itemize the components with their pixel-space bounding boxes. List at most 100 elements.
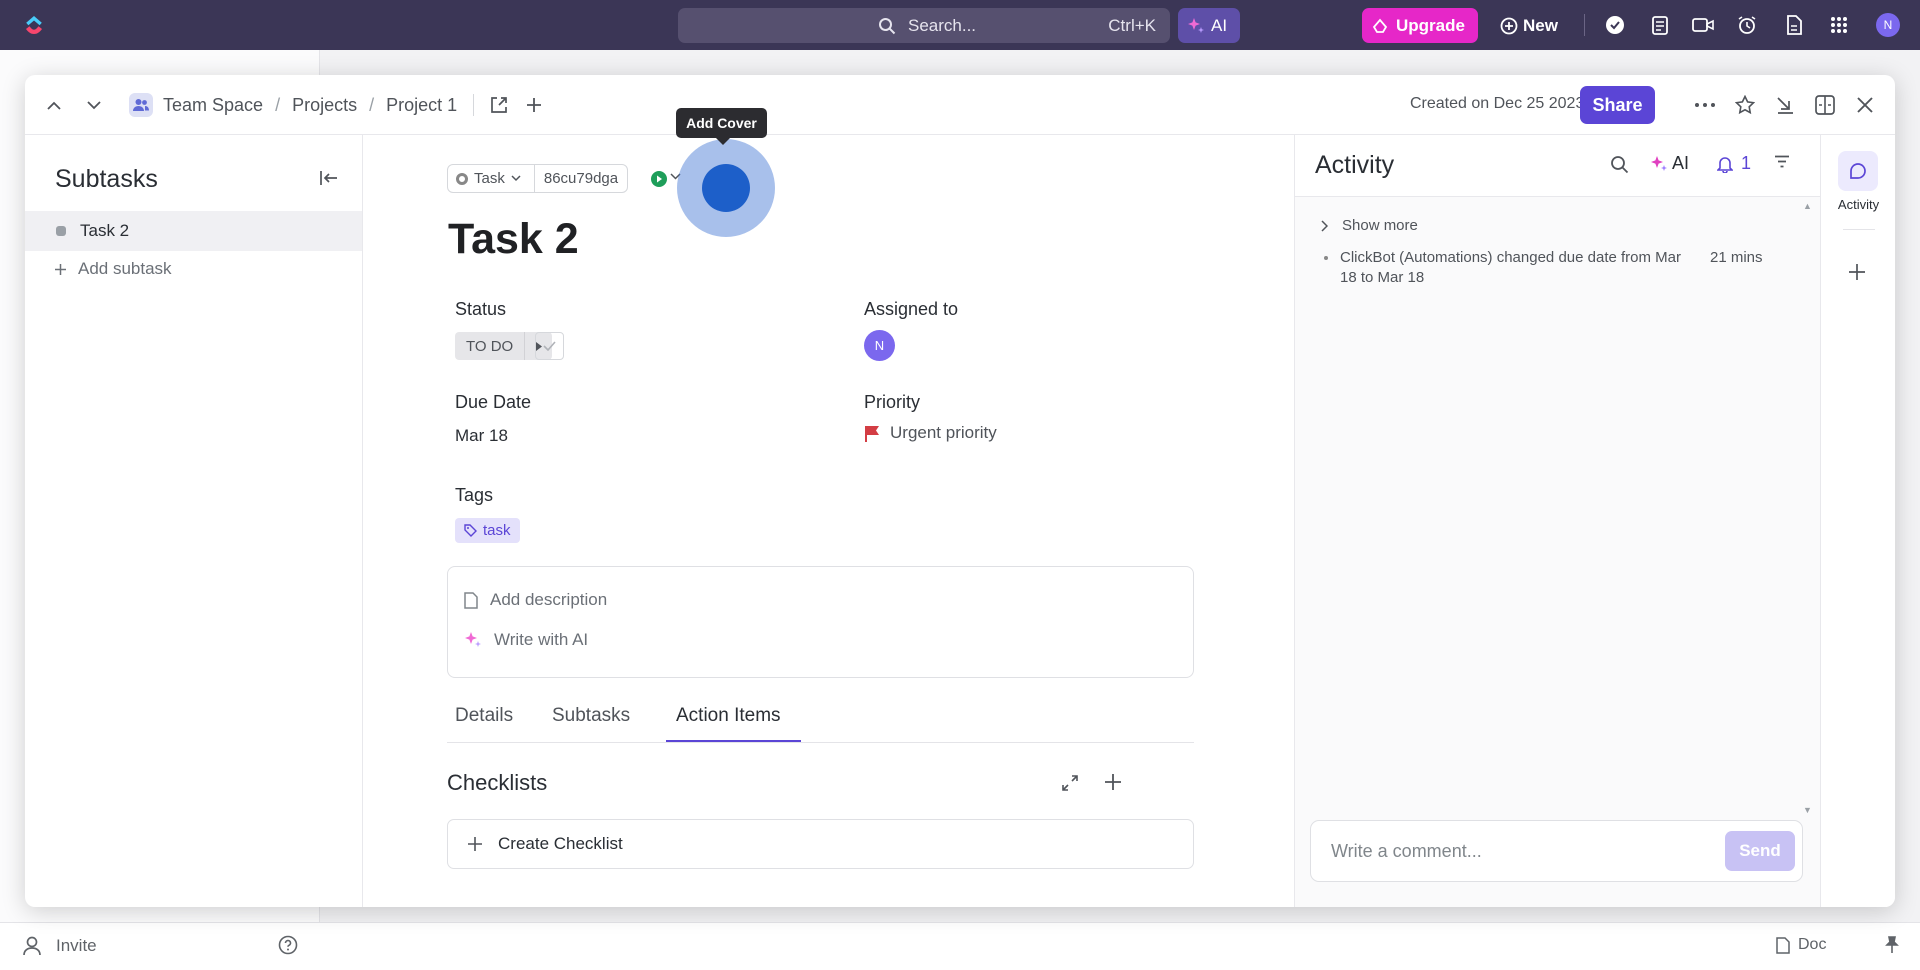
comment-input[interactable]: Write a comment... xyxy=(1331,841,1482,862)
document-icon xyxy=(464,591,478,609)
add-icon[interactable] xyxy=(526,97,542,113)
status-dot-icon xyxy=(56,226,66,236)
new-button[interactable]: New xyxy=(1498,8,1568,43)
plus-icon xyxy=(55,263,66,275)
upgrade-label: Upgrade xyxy=(1396,16,1465,35)
task-modal: Team Space / Projects / Project 1 Create… xyxy=(25,75,1895,907)
bell-icon xyxy=(1717,155,1733,173)
collapse-left-icon[interactable] xyxy=(320,171,338,185)
description-box[interactable]: Add description Write with AI xyxy=(447,566,1194,678)
apps-grid-icon[interactable] xyxy=(1826,12,1852,38)
task-id[interactable]: 86cu79dga xyxy=(534,164,628,193)
global-search[interactable]: Search... Ctrl+K xyxy=(678,8,1170,43)
due-date-label: Due Date xyxy=(455,392,532,412)
upgrade-button[interactable]: Upgrade xyxy=(1362,8,1478,43)
expand-icon[interactable] xyxy=(1062,775,1078,791)
activity-ai-button[interactable]: AI xyxy=(1650,153,1689,174)
tag-label: task xyxy=(483,522,511,539)
upgrade-icon xyxy=(1372,18,1388,34)
document-icon[interactable] xyxy=(1781,12,1807,38)
show-more-button[interactable]: Show more xyxy=(1321,217,1418,234)
chevron-right-icon xyxy=(1321,219,1328,232)
invite-button[interactable]: Invite xyxy=(22,935,97,957)
ai-sparkle-icon xyxy=(464,631,482,649)
mark-complete-button[interactable] xyxy=(535,332,564,360)
add-icon[interactable] xyxy=(1848,263,1866,281)
breadcrumb-team-space[interactable]: Team Space xyxy=(163,95,263,116)
ai-sparkle-icon xyxy=(1187,17,1205,35)
tab-subtasks[interactable]: Subtasks xyxy=(552,705,630,727)
pin-icon[interactable] xyxy=(1884,936,1900,954)
activity-header: Activity AI 1 xyxy=(1295,135,1820,197)
add-description-button[interactable]: Add description xyxy=(464,590,607,610)
activity-time: 21 mins xyxy=(1710,249,1763,266)
check-circle-icon[interactable] xyxy=(1602,12,1628,38)
close-icon[interactable] xyxy=(1852,92,1878,118)
send-button[interactable]: Send xyxy=(1725,831,1795,871)
chevron-down-icon xyxy=(511,175,521,182)
task-title[interactable]: Task 2 xyxy=(448,215,579,264)
comment-box[interactable]: Write a comment... Send xyxy=(1310,820,1803,882)
assigned-label: Assigned to xyxy=(864,299,959,319)
video-icon[interactable] xyxy=(1690,12,1716,38)
tab-details[interactable]: Details xyxy=(455,705,513,727)
move-task-icon[interactable] xyxy=(490,96,508,114)
breadcrumb-projects[interactable]: Projects xyxy=(292,95,357,116)
task-type-icon xyxy=(456,172,468,185)
filter-icon[interactable] xyxy=(1774,155,1790,168)
task-type-selector[interactable]: Task xyxy=(447,164,535,193)
search-placeholder: Search... xyxy=(908,16,977,35)
write-with-ai-button[interactable]: Write with AI xyxy=(464,630,588,650)
tag-chip[interactable]: task xyxy=(455,518,520,543)
ai-label: AI xyxy=(1211,16,1228,35)
add-cover-button[interactable] xyxy=(702,164,750,212)
breadcrumb: Team Space / Projects / Project 1 xyxy=(129,91,542,119)
user-avatar[interactable]: N xyxy=(1876,13,1900,37)
priority-selector[interactable]: Urgent priority xyxy=(865,423,997,443)
subtask-item[interactable]: Task 2 xyxy=(25,211,362,251)
notifications-button[interactable]: 1 xyxy=(1717,153,1751,174)
share-button[interactable]: Share xyxy=(1580,86,1655,124)
activity-text: ClickBot (Automations) changed due date … xyxy=(1340,249,1681,286)
active-tab-indicator xyxy=(666,740,801,742)
breadcrumb-separator: / xyxy=(275,94,281,115)
bullet xyxy=(1324,256,1328,260)
more-options-icon[interactable] xyxy=(1692,92,1718,118)
show-more-label: Show more xyxy=(1342,217,1418,234)
ai-button[interactable]: AI xyxy=(1178,8,1240,43)
alarm-clock-icon[interactable] xyxy=(1734,12,1760,38)
minimize-icon[interactable] xyxy=(1772,92,1798,118)
plus-circle-icon xyxy=(1500,17,1518,35)
notepad-icon[interactable] xyxy=(1647,12,1673,38)
team-space-icon xyxy=(129,93,153,117)
clickup-logo-icon[interactable] xyxy=(22,13,46,37)
collapse-panel-icon[interactable] xyxy=(1812,92,1838,118)
chat-bubble-icon xyxy=(1849,162,1867,180)
add-subtask-button[interactable]: Add subtask xyxy=(55,259,172,279)
created-date: Created on Dec 25 2023 xyxy=(1410,95,1585,112)
star-icon[interactable] xyxy=(1732,92,1758,118)
tags-label: Tags xyxy=(455,485,494,505)
scroll-up-arrow-icon[interactable]: ▲ xyxy=(1803,201,1812,211)
search-shortcut: Ctrl+K xyxy=(1108,16,1156,35)
header-divider xyxy=(473,94,475,116)
search-icon[interactable] xyxy=(1610,155,1629,174)
activity-rail-button[interactable] xyxy=(1838,151,1878,191)
chevron-down-icon[interactable] xyxy=(81,92,107,118)
task-type-label: Task xyxy=(474,170,505,187)
breadcrumb-project-1[interactable]: Project 1 xyxy=(386,95,457,116)
assignee-avatar[interactable]: N xyxy=(864,330,895,361)
right-rail: Activity xyxy=(1820,135,1895,907)
search-icon xyxy=(878,17,896,35)
scroll-down-arrow-icon[interactable]: ▼ xyxy=(1803,805,1812,815)
chevron-up-icon[interactable] xyxy=(41,92,67,118)
tab-action-items[interactable]: Action Items xyxy=(676,705,781,727)
play-icon[interactable] xyxy=(650,170,668,188)
doc-button[interactable]: Doc xyxy=(1776,936,1826,954)
due-date-value[interactable]: Mar 18 xyxy=(455,426,508,446)
add-checklist-icon[interactable] xyxy=(1104,773,1122,791)
create-checklist-button[interactable]: Create Checklist xyxy=(447,819,1194,869)
help-icon[interactable] xyxy=(278,935,298,955)
doc-label: Doc xyxy=(1798,936,1827,953)
plus-icon xyxy=(468,837,482,851)
